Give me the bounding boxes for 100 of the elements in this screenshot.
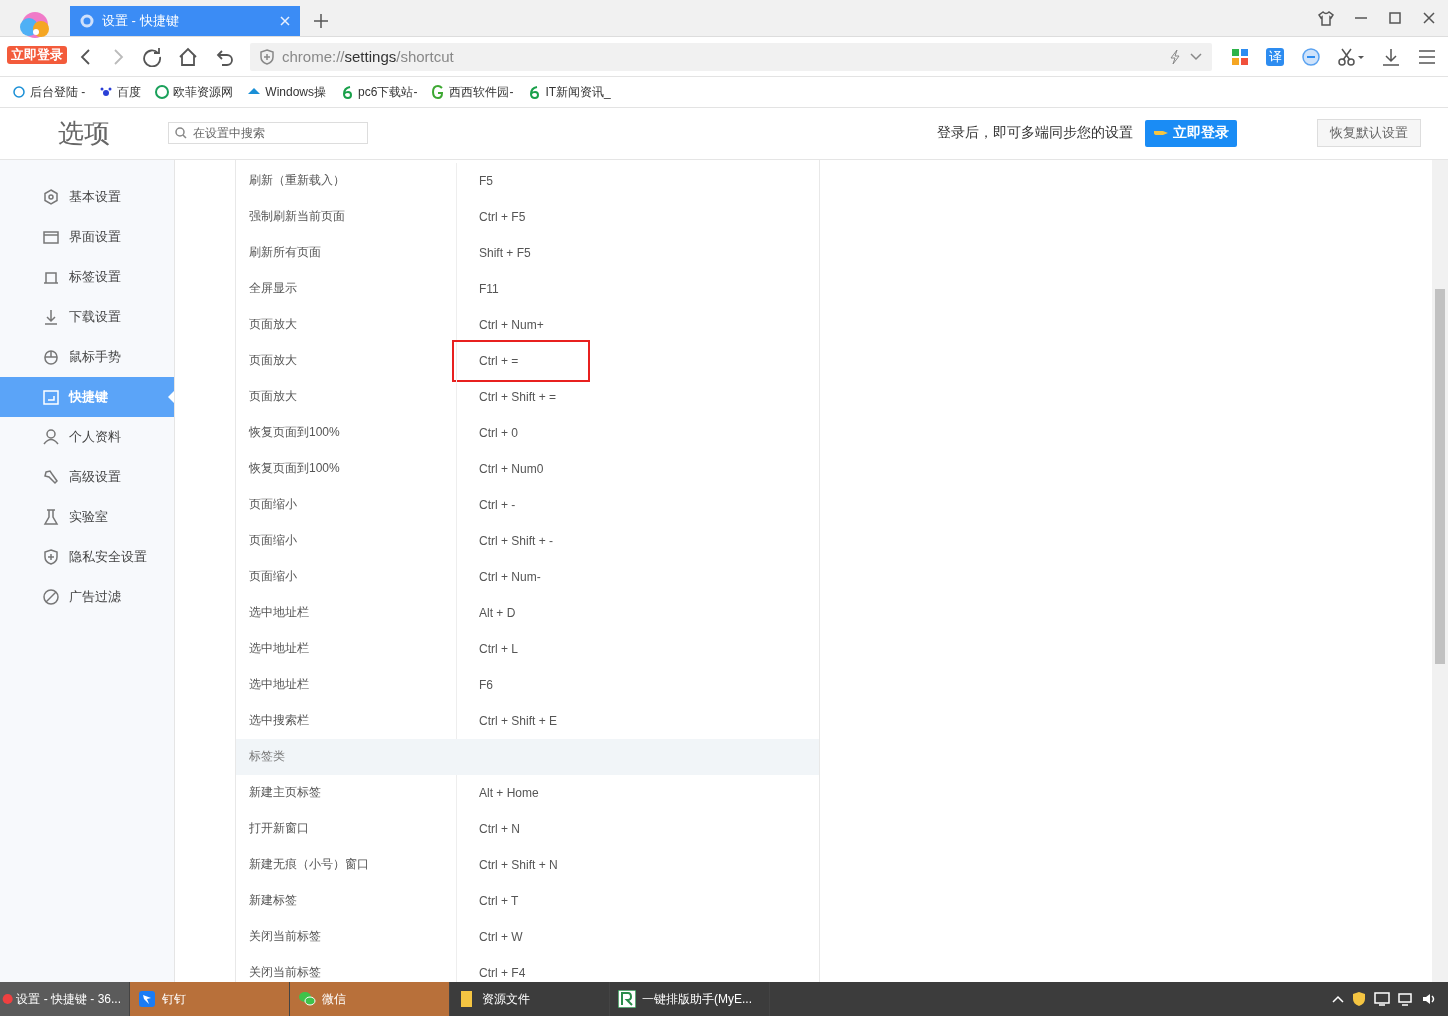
shortcut-keys[interactable]: Shift + F5 <box>479 245 531 260</box>
shortcut-action: 关闭当前标签 <box>248 964 322 982</box>
highlighted-shortcut-keys[interactable]: Ctrl + = <box>454 341 589 380</box>
shortcut-keys[interactable]: Ctrl + Num0 <box>479 461 544 476</box>
shortcut-action: 恢复页面到100% <box>248 460 341 478</box>
shortcut-keys[interactable]: Ctrl + N <box>479 821 520 836</box>
search-field[interactable]: 在设置中搜索 <box>168 122 368 145</box>
sidebar-item[interactable]: 隐私安全设置 <box>0 536 174 577</box>
shortcut-keys[interactable]: Ctrl + Shift + = <box>479 389 557 404</box>
site-icon <box>12 85 26 99</box>
chevron-up-icon[interactable] <box>1332 995 1344 1004</box>
maximize-icon[interactable] <box>1388 11 1402 25</box>
taskbar-button[interactable]: 一键排版助手(MyE... <box>610 982 770 1016</box>
shortcut-action: 关闭当前标签 <box>248 928 322 946</box>
monitor-icon[interactable] <box>1374 992 1390 1007</box>
sidebar-item[interactable]: 高级设置 <box>0 456 174 497</box>
hexagon-icon <box>43 188 59 205</box>
shortcut-keys[interactable]: Ctrl + 0 <box>479 425 518 440</box>
shortcut-keys[interactable]: F11 <box>479 281 499 296</box>
shortcut-action: 恢复页面到100% <box>248 424 341 442</box>
shortcut-action: 打开新窗口 <box>248 820 310 838</box>
sidebar-item[interactable]: 广告过滤 <box>0 576 174 617</box>
shortcut-keys[interactable]: Ctrl + F4 <box>479 965 526 980</box>
apps-grid-icon[interactable] <box>1232 48 1248 65</box>
sidebar-item[interactable]: 实验室 <box>0 496 174 537</box>
shortcut-action: 全屏显示 <box>248 280 298 298</box>
taskbar-button[interactable]: 资源文件 <box>450 982 610 1016</box>
reload-icon[interactable] <box>142 46 162 67</box>
scrollbar[interactable] <box>1432 159 1448 983</box>
shortcut-action: 强制刷新当前页面 <box>248 208 346 226</box>
shortcut-keys[interactable]: Ctrl + L <box>479 641 518 656</box>
shortcut-keys[interactable]: Alt + D <box>479 605 516 620</box>
lightning-icon[interactable] <box>1168 48 1182 65</box>
sidebar-item[interactable]: 基本设置 <box>0 176 174 217</box>
download-icon <box>43 308 59 325</box>
app-logo-icon <box>618 990 636 1009</box>
section-heading: 标签类 <box>249 748 285 766</box>
close-icon[interactable] <box>1422 11 1436 25</box>
chat-bubbles-icon <box>298 990 316 1009</box>
menu-icon[interactable] <box>1418 48 1436 65</box>
shortcut-keys[interactable]: F6 <box>479 677 493 692</box>
shield-icon <box>260 48 274 65</box>
shortcut-keys[interactable]: Ctrl + Shift + E <box>479 713 558 728</box>
shortcut-action: 页面放大 <box>248 352 298 370</box>
bookmark-link[interactable]: 欧菲资源网 <box>155 83 234 101</box>
minus-circle-icon[interactable] <box>1302 47 1320 66</box>
shortcut-keys[interactable]: Ctrl + F5 <box>479 209 526 224</box>
shortcut-keys[interactable]: Ctrl + Num- <box>479 569 541 584</box>
new-tab-icon[interactable] <box>314 14 328 28</box>
prohibited-icon <box>43 588 59 605</box>
keyboard-key-icon <box>43 388 59 405</box>
shortcut-action: 新建主页标签 <box>248 784 322 802</box>
bookmark-link[interactable]: Windows操 <box>247 83 327 101</box>
site-icon <box>527 85 542 99</box>
shortcut-action: 新建无痕（小号）窗口 <box>248 856 370 874</box>
shortcut-action: 选中地址栏 <box>248 604 310 622</box>
shortcut-keys[interactable]: F5 <box>479 173 493 188</box>
sidebar-item[interactable]: 个人资料 <box>0 416 174 457</box>
sync-hint: 登录后，即可多端同步您的设置 <box>937 124 1133 143</box>
bookmark-link[interactable]: 西西软件园- <box>431 83 514 101</box>
site-icon <box>155 85 170 99</box>
taskbar-button[interactable]: 微信 <box>290 982 450 1016</box>
bookmark-link[interactable]: IT新闻资讯_ <box>527 83 611 101</box>
shirt-icon[interactable] <box>1318 10 1334 26</box>
window-icon <box>43 228 59 245</box>
taskbar-button[interactable]: 钉钉 <box>130 982 290 1016</box>
shortcut-keys[interactable]: Ctrl + Shift + N <box>479 857 558 872</box>
shortcut-keys[interactable]: Ctrl + T <box>479 893 519 908</box>
home-icon[interactable] <box>178 46 198 67</box>
scissors-icon[interactable] <box>1338 47 1364 66</box>
download-icon[interactable] <box>1382 47 1400 66</box>
shortcut-action: 选中地址栏 <box>248 640 310 658</box>
reset-defaults-button[interactable]: 恢复默认设置 <box>1317 119 1421 148</box>
shortcut-action: 页面缩小 <box>248 532 298 550</box>
address-bar[interactable]: chrome://settings/shortcut <box>250 42 1212 71</box>
bookmark-link[interactable]: pc6下载站- <box>340 83 418 101</box>
flask-icon <box>43 508 59 525</box>
shortcut-keys[interactable]: Alt + Home <box>479 785 539 800</box>
site-icon <box>99 85 114 99</box>
search-icon <box>175 127 187 140</box>
shortcut-action: 页面放大 <box>248 316 298 334</box>
shortcut-keys[interactable]: Ctrl + - <box>479 497 516 512</box>
bookmark-link[interactable]: 后台登陆 - <box>12 83 86 101</box>
sidebar-item[interactable]: 标签设置 <box>0 256 174 297</box>
bookmark-link[interactable]: 百度 <box>99 83 142 101</box>
sidebar-item[interactable]: 界面设置 <box>0 216 174 257</box>
person-icon <box>43 428 59 445</box>
sidebar-item[interactable]: 鼠标手势 <box>0 336 174 377</box>
shortcut-keys[interactable]: Ctrl + Num+ <box>479 317 544 332</box>
shortcut-keys[interactable]: Ctrl + W <box>479 929 523 944</box>
shortcut-keys[interactable]: Ctrl + Shift + - <box>479 533 554 548</box>
taskbar-button[interactable]: 设置 - 快捷键 - 36... <box>0 982 130 1016</box>
sidebar-item[interactable]: 下载设置 <box>0 296 174 337</box>
shield-icon <box>43 548 59 565</box>
shield-icon[interactable] <box>1352 991 1366 1008</box>
chevron-down-icon[interactable] <box>1190 52 1202 61</box>
shortcut-action: 选中地址栏 <box>248 676 310 694</box>
shortcut-action: 选中搜索栏 <box>248 712 310 730</box>
shortcut-action: 页面缩小 <box>248 496 298 514</box>
wrench-icon <box>43 468 59 485</box>
